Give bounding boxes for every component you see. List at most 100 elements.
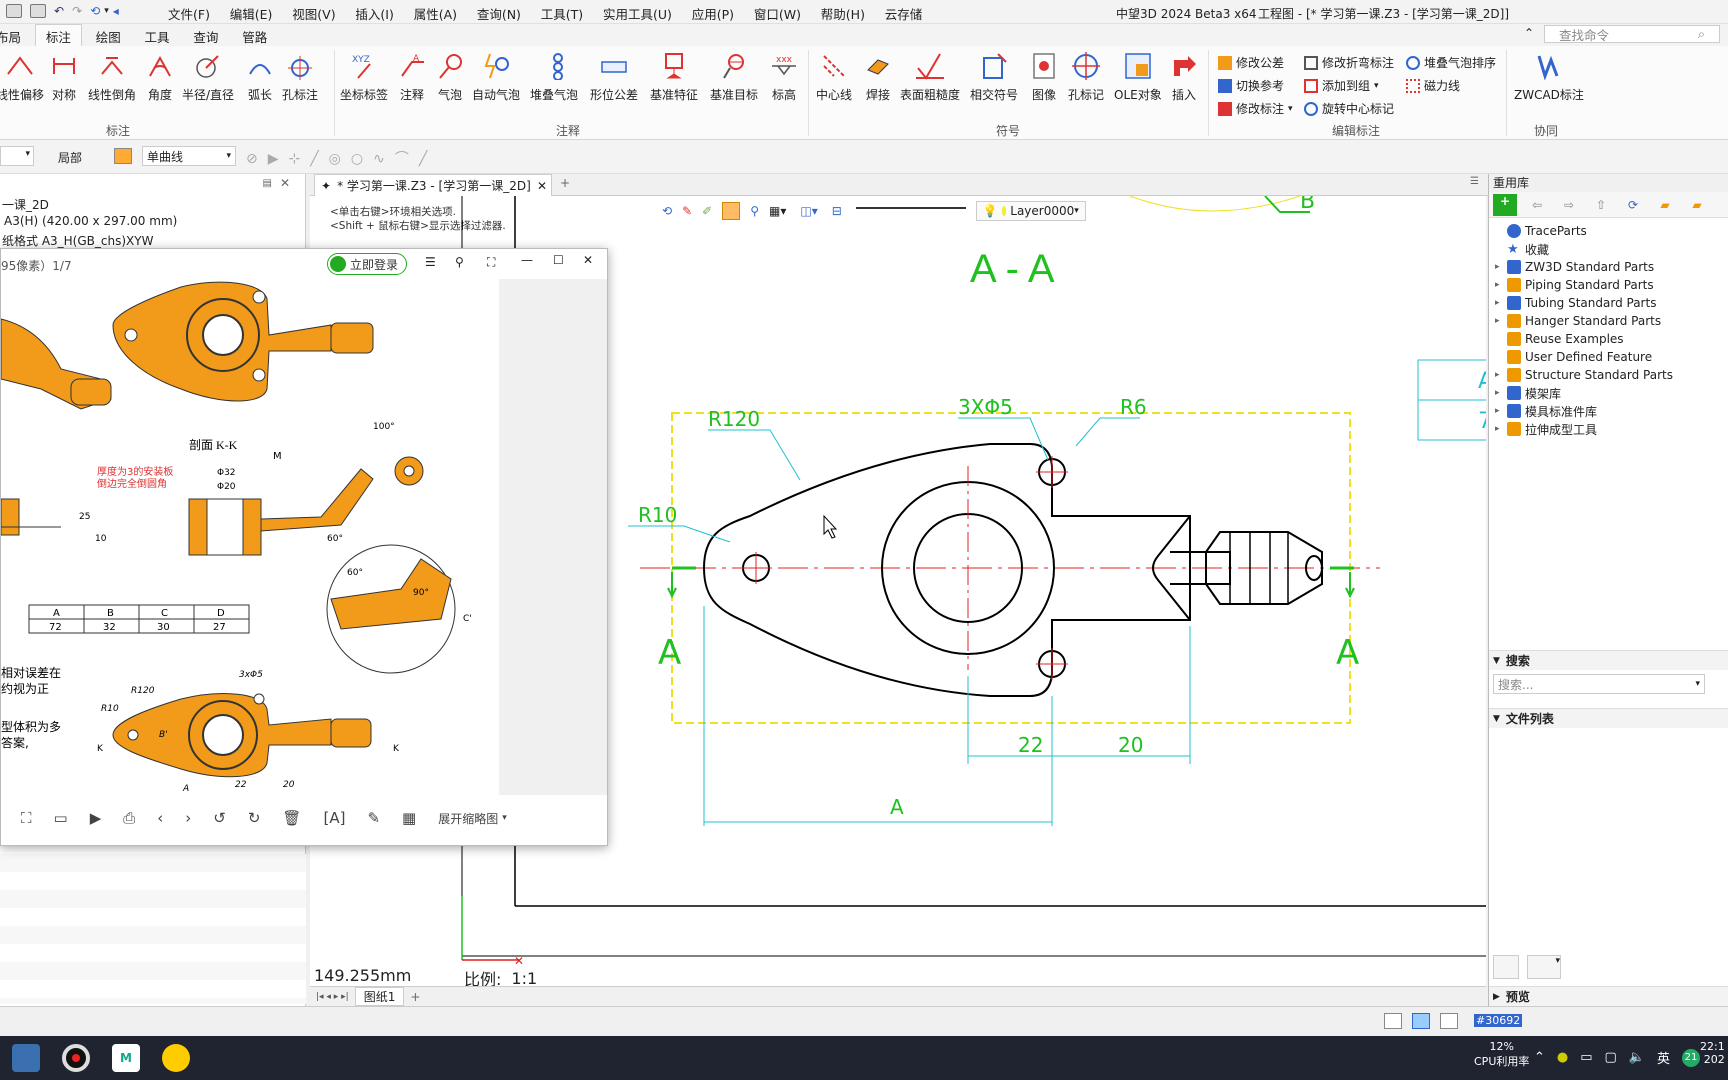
tab-tools[interactable]: 工具 [135,25,180,48]
search-section-header[interactable]: ▼ 搜索 [1489,650,1728,670]
geometric-tolerance-button[interactable]: 形位公差 [590,52,638,103]
linear-offset-button[interactable]: 线性偏移 [0,52,44,103]
tray-screen-icon[interactable]: ▢ [1605,1050,1617,1065]
tree-item-structure[interactable]: ▸ Structure Standard Parts [1489,366,1728,384]
app-zw3d-icon[interactable] [12,1044,40,1072]
tab-document[interactable]: ✦ * 学习第一课.Z3 - [学习第一课_2D] ✕ [314,174,552,196]
save-icon[interactable] [30,4,46,18]
curve-filter-dropdown[interactable]: 单曲线 ▾ [142,146,236,166]
ocr-icon[interactable]: [A] [323,809,345,827]
thumbnail-view-icon[interactable]: ▾ [1527,955,1561,979]
close-icon[interactable]: ✕ [583,253,593,267]
minimize-icon[interactable]: — [521,253,533,267]
expand-thumbnails-button[interactable]: 展开缩略图 ▾ [438,810,507,827]
menu-file[interactable]: 文件(F) [168,7,210,22]
ime-indicator[interactable]: 英 [1657,1048,1670,1067]
centerline-button[interactable]: 中心线 [816,52,852,103]
tree-item-favorites[interactable]: ★ 收藏 [1489,240,1728,258]
menu-edit[interactable]: 编辑(E) [230,7,273,22]
balloon-button[interactable]: 气泡 [436,52,464,103]
maximize-icon[interactable]: ☐ [553,253,564,267]
volume-icon[interactable]: 🔈 [1629,1050,1645,1065]
tree-item-mold-standard[interactable]: ▸ 模具标准件库 [1489,402,1728,420]
notification-badge[interactable]: 21 [1682,1048,1701,1067]
insert-button[interactable]: 插入 [1170,52,1198,103]
menu-utilities[interactable]: 实用工具(U) [603,7,672,22]
menu-query[interactable]: 查询(N) [477,7,521,22]
tree-item-traceparts[interactable]: TraceParts [1489,222,1728,240]
menu-view[interactable]: 视图(V) [292,7,335,22]
weld-button[interactable]: 焊接 [864,52,892,103]
app-yellow-icon[interactable] [162,1044,190,1072]
sync-icon[interactable]: ⟳ [1621,198,1645,212]
fit-screen-icon[interactable]: ⛶ [21,809,32,827]
tree-item-hanger[interactable]: ▸ Hanger Standard Parts [1489,312,1728,330]
coordinate-label-button[interactable]: XYZ 坐标标签 [340,52,388,103]
tree-item-mold-base[interactable]: ▸ 模架库 [1489,384,1728,402]
menu-window[interactable]: 窗口(W) [754,7,801,22]
rotate-left-icon[interactable]: ↺ [213,809,226,827]
record-icon[interactable] [62,1044,90,1072]
command-search-input[interactable]: 查找命令 ⌕ [1544,25,1720,43]
menu-icon[interactable]: ☰ [425,255,436,269]
tree-item-tubing[interactable]: ▸ Tubing Standard Parts [1489,294,1728,312]
display-icon[interactable] [1412,1013,1430,1029]
intersection-symbol-button[interactable]: 相交符号 [970,52,1018,103]
menu-attribute[interactable]: 属性(A) [414,7,457,22]
stacked-balloon-sort-button[interactable]: 堆叠气泡排序 [1406,54,1496,71]
dropdown-icon[interactable]: ▾ [104,6,109,16]
pin-icon[interactable]: ▤ [263,178,272,189]
tray-app-icon[interactable]: ● [1557,1050,1568,1065]
previous-icon[interactable]: ‹ [157,809,163,827]
sheet-nav-icons[interactable]: |◂ ◂ ▸ ▸| [316,992,349,1002]
up-arrow-icon[interactable]: ⇧ [1589,198,1613,212]
app-m-icon[interactable]: M [112,1044,140,1072]
preview-header[interactable]: ▶ 预览 [1489,986,1728,1006]
menu-help[interactable]: 帮助(H) [821,7,865,22]
filter-scope-dropdown[interactable]: ▾ [0,146,34,166]
tab-piping[interactable]: 管路 [232,25,277,48]
forward-arrow-icon[interactable]: ⇨ [1557,198,1581,212]
toggle-reference-button[interactable]: 切换参考 [1218,77,1284,94]
add-sheet-icon[interactable]: + [410,990,420,1004]
clock[interactable]: 22:1 202 [1700,1040,1725,1066]
add-to-group-button[interactable]: 添加到组 ▾ [1304,77,1379,94]
datum-target-button[interactable]: 基准目标 [710,52,758,103]
redo-icon[interactable]: ↷ [72,4,82,18]
tab-draw[interactable]: 绘图 [86,25,131,48]
zwcad-dimension-button[interactable]: ZWCAD标注 [1514,52,1584,103]
fullscreen-icon[interactable]: ⛶ [487,255,495,270]
tray-chevron-icon[interactable]: ⌃ [1534,1050,1545,1065]
tree-item-piping[interactable]: ▸ Piping Standard Parts [1489,276,1728,294]
new-tab-icon[interactable]: + [560,176,570,190]
note-button[interactable]: A 注释 [398,52,426,103]
menu-cloud[interactable]: 云存储 [885,7,923,22]
radius-diameter-button[interactable]: 半径/直径 [182,52,234,103]
tree-item-format[interactable]: A3(H) (420.00 x 297.00 mm) [4,214,177,228]
image-button[interactable]: 图像 [1030,52,1058,103]
file-list-header[interactable]: ▼ 文件列表 [1489,708,1728,728]
add-icon[interactable]: + [1493,193,1517,216]
arc-length-button[interactable]: 弧长 [246,52,274,103]
tree-item-sheet[interactable]: 一课_2D [2,196,49,213]
linear-chamfer-button[interactable]: 线性倒角 [88,52,136,103]
open-folder-icon[interactable]: ▭ [54,809,68,827]
grid-view-icon[interactable]: ▦ [402,809,416,827]
symmetric-button[interactable]: 对称 [50,52,78,103]
menu-tools[interactable]: 工具(T) [541,7,583,22]
menu-insert[interactable]: 插入(I) [355,7,393,22]
stacked-balloon-button[interactable]: 堆叠气泡 [530,52,578,103]
edit-icon[interactable]: ✎ [367,809,380,827]
slideshow-icon[interactable]: ▶ [90,809,102,827]
tree-item-user-feature[interactable]: User Defined Feature [1489,348,1728,366]
entity-id[interactable]: #30692 [1474,1014,1523,1027]
back-icon[interactable]: ◂ [113,4,119,18]
close-icon[interactable]: ✕ [280,176,290,190]
menu-apps[interactable]: 应用(P) [692,7,734,22]
tree-item-reuse-examples[interactable]: Reuse Examples [1489,330,1728,348]
tab-annotate[interactable]: 标注 [34,24,82,48]
modify-dimension-button[interactable]: 修改标注 ▾ [1218,100,1293,117]
auto-balloon-button[interactable]: 自动气泡 [472,52,520,103]
print-icon[interactable] [6,4,22,18]
tree-item-template[interactable]: 纸格式 A3_H(GB_chs)XYW [2,232,153,249]
